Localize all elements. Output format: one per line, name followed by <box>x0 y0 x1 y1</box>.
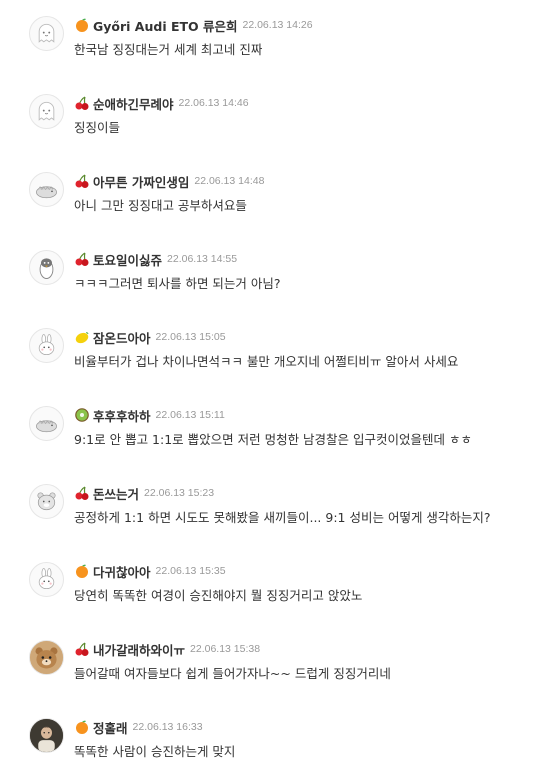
bunny-avatar[interactable] <box>29 328 64 363</box>
nickname[interactable]: 토요일이싫쥬 <box>93 250 162 269</box>
plush-photo-avatar[interactable] <box>29 640 64 675</box>
comment-date: 22.06.13 15:05 <box>155 331 226 343</box>
nickname[interactable]: 아무튼 가짜인생임 <box>93 172 189 191</box>
comment-item: 잠온드아아 22.06.13 15:05 비율부터가 겁나 차이나면석ㅋㅋ 불만… <box>0 322 539 382</box>
cherry-icon <box>74 485 90 501</box>
comment-item: 아무튼 가짜인생임 22.06.13 14:48 아니 그만 징징대고 공부하셔… <box>0 166 539 226</box>
bunny-avatar[interactable] <box>29 562 64 597</box>
comment-date: 22.06.13 15:35 <box>155 565 226 577</box>
lemon-icon <box>74 329 90 345</box>
nickname[interactable]: 정홀래 <box>93 718 128 737</box>
orange-icon <box>74 719 90 735</box>
comment-date: 22.06.13 14:26 <box>242 19 313 31</box>
dino-avatar[interactable] <box>29 172 64 207</box>
comment-list: Győri Audi ETO 류은희 22.06.13 14:26 한국남 징징… <box>0 0 539 782</box>
nickname[interactable]: 후후후하하 <box>93 406 151 425</box>
comment-text: 당연히 똑똑한 여경이 승진해야지 뭘 징징거리고 앉았노 <box>74 588 363 603</box>
cherry-icon <box>74 251 90 267</box>
comment-date: 22.06.13 16:33 <box>132 721 203 733</box>
comment-date: 22.06.13 15:38 <box>190 643 261 655</box>
default-ghost-avatar[interactable] <box>29 94 64 129</box>
comment-item: 돈쓰는거 22.06.13 15:23 공정하게 1:1 하면 시도도 못해봤을… <box>0 478 539 538</box>
nickname[interactable]: 내가갈래하와이ㅠ <box>93 640 185 659</box>
person-photo-avatar[interactable] <box>29 718 64 753</box>
bear-avatar[interactable] <box>29 484 64 519</box>
orange-icon <box>74 17 90 33</box>
nickname[interactable]: 잠온드아아 <box>93 328 151 347</box>
comment-text: 공정하게 1:1 하면 시도도 못해봤을 새끼들이... 9:1 성비는 어떻게… <box>74 510 491 525</box>
cherry-icon <box>74 641 90 657</box>
nickname[interactable]: Győri Audi ETO 류은희 <box>93 16 238 35</box>
comment-text: 비율부터가 겁나 차이나면석ㅋㅋ 불만 개오지네 어쩔티비ㅠ 알아서 사세요 <box>74 354 459 369</box>
comment-text: 9:1로 안 뽑고 1:1로 뽑았으면 저런 멍청한 남경찰은 입구컷이었을텐데… <box>74 432 472 447</box>
comment-date: 22.06.13 15:11 <box>155 409 225 421</box>
comment-date: 22.06.13 14:55 <box>167 253 238 265</box>
comment-text: ㅋㅋㅋ그러면 퇴사를 하면 되는거 아님? <box>74 276 281 291</box>
kiwi-icon <box>74 407 90 423</box>
comment-item: 내가갈래하와이ㅠ 22.06.13 15:38 들어갈때 여자들보다 쉽게 들어… <box>0 634 539 694</box>
comment-date: 22.06.13 15:23 <box>144 487 215 499</box>
comment-text: 똑똑한 사람이 승진하는게 맞지 <box>74 744 236 759</box>
comment-text: 징징이들 <box>74 120 121 135</box>
orange-icon <box>74 563 90 579</box>
cherry-icon <box>74 173 90 189</box>
dino-avatar[interactable] <box>29 406 64 441</box>
penguin-avatar[interactable] <box>29 250 64 285</box>
comment-text: 한국남 징징대는거 세계 최고네 진짜 <box>74 42 263 57</box>
cherry-icon <box>74 95 90 111</box>
comment-item: 토요일이싫쥬 22.06.13 14:55 ㅋㅋㅋ그러면 퇴사를 하면 되는거 … <box>0 244 539 304</box>
nickname[interactable]: 돈쓰는거 <box>93 484 139 503</box>
comment-date: 22.06.13 14:46 <box>178 97 249 109</box>
comment-item: Győri Audi ETO 류은희 22.06.13 14:26 한국남 징징… <box>0 10 539 70</box>
comment-item: 순애하긴무례야 22.06.13 14:46 징징이들 <box>0 88 539 148</box>
comment-item: 다귀찮아아 22.06.13 15:35 당연히 똑똑한 여경이 승진해야지 뭘… <box>0 556 539 616</box>
comment-item: 정홀래 22.06.13 16:33 똑똑한 사람이 승진하는게 맞지 <box>0 712 539 772</box>
comment-text: 아니 그만 징징대고 공부하셔요들 <box>74 198 247 213</box>
default-ghost-avatar[interactable] <box>29 16 64 51</box>
comment-text: 들어갈때 여자들보다 쉽게 들어가자나~~ 드럽게 징징거리네 <box>74 666 391 681</box>
nickname[interactable]: 다귀찮아아 <box>93 562 151 581</box>
comment-item: 후후후하하 22.06.13 15:11 9:1로 안 뽑고 1:1로 뽑았으면… <box>0 400 539 460</box>
comment-date: 22.06.13 14:48 <box>194 175 265 187</box>
nickname[interactable]: 순애하긴무례야 <box>93 94 174 113</box>
